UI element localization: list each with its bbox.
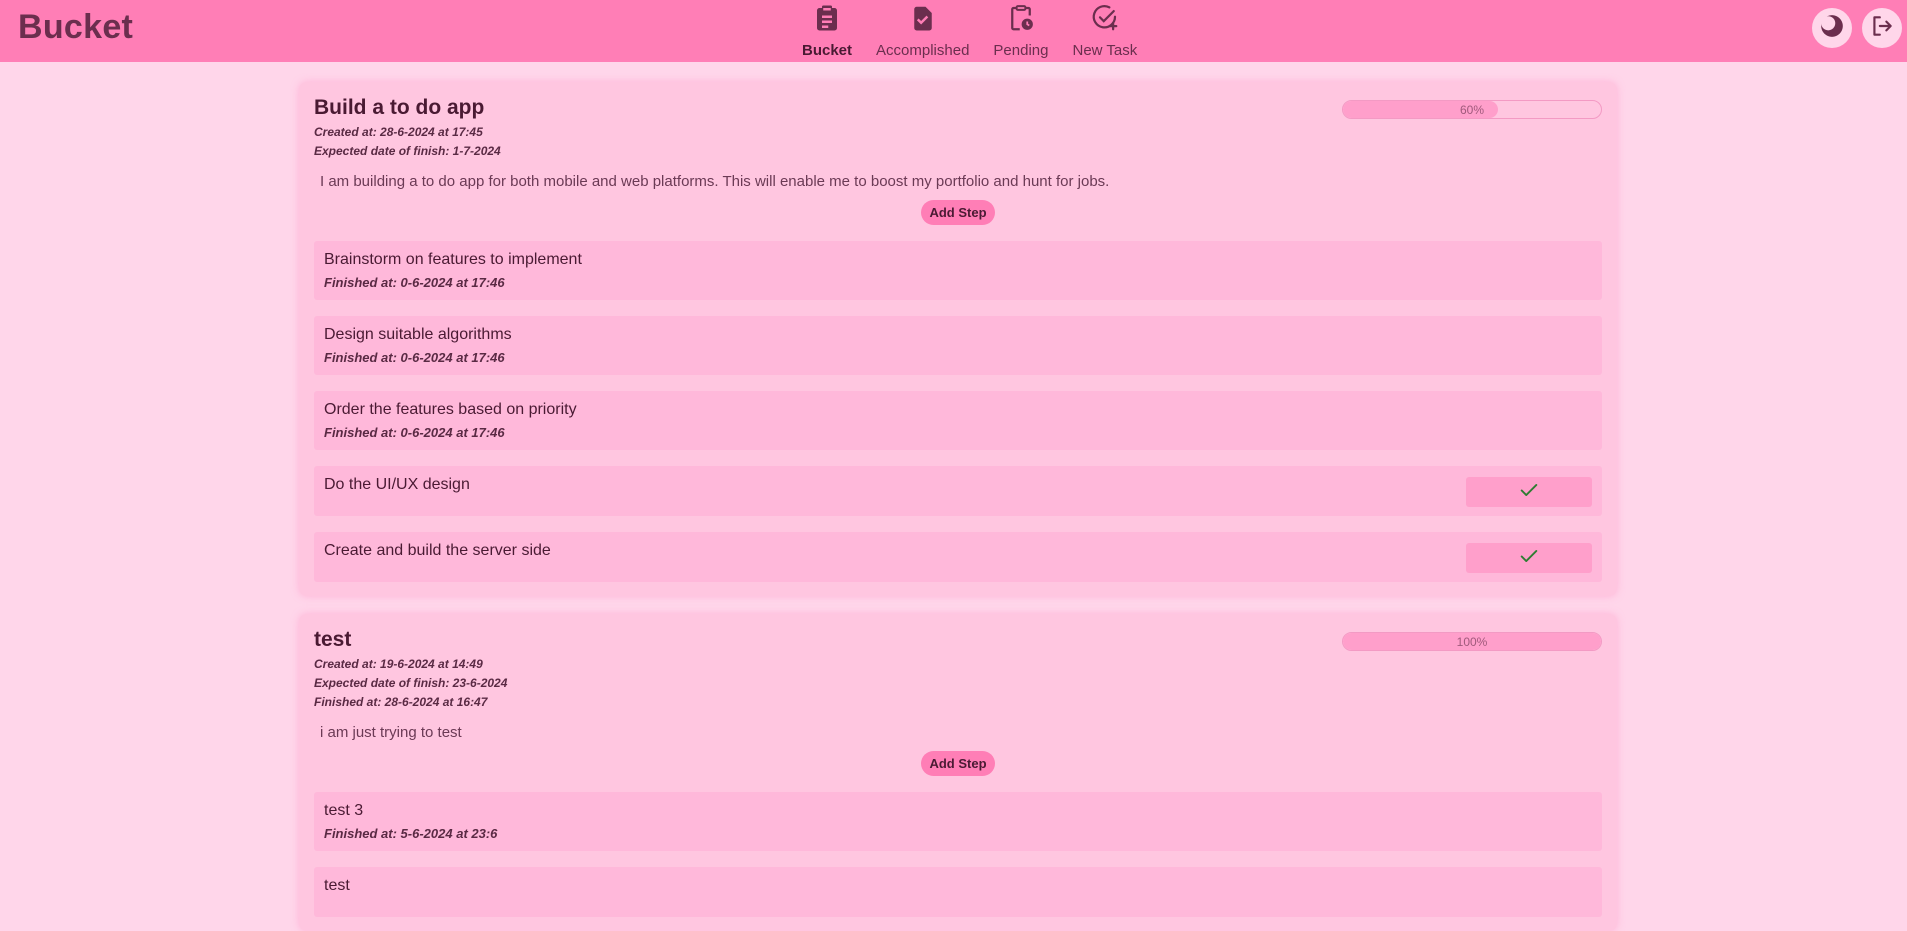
check-icon [1518, 479, 1540, 506]
moon-icon [1819, 13, 1845, 44]
step-text: Order the features based on priority [324, 401, 577, 418]
step-item: Do the UI/UX design [314, 466, 1602, 516]
step-item: Design suitable algorithms Finished at: … [314, 316, 1602, 375]
task-list: Build a to do app Created at: 28-6-2024 … [0, 62, 1907, 931]
task-progress-bar: 60% [1342, 100, 1602, 119]
step-item: Brainstorm on features to implement Fini… [314, 241, 1602, 300]
clipboard-clock-icon [1006, 3, 1036, 38]
complete-step-button[interactable] [1466, 543, 1592, 573]
step-text: test [324, 877, 350, 894]
clipboard-check-icon [908, 3, 938, 38]
add-step-button[interactable]: Add Step [921, 751, 995, 776]
task-card: Build a to do app Created at: 28-6-2024 … [299, 82, 1617, 596]
top-navbar: Bucket Bucket Accomplished Pending New T… [0, 0, 1907, 62]
task-description: I am building a to do app for both mobil… [320, 173, 1110, 190]
task-card: test Created at: 19-6-2024 at 14:49 Expe… [299, 614, 1617, 931]
nav-accomplished-label: Accomplished [876, 42, 970, 59]
nav-pending-label: Pending [993, 42, 1049, 59]
step-item: test 3 Finished at: 5-6-2024 at 23:6 [314, 792, 1602, 851]
nav-new-task[interactable]: New Task [1060, 0, 1149, 62]
main-nav: Bucket Accomplished Pending New Task [790, 0, 1149, 62]
logout-icon [1869, 13, 1895, 44]
step-item: test [314, 867, 1602, 917]
step-item: Create and build the server side [314, 532, 1602, 582]
task-expected-finish: Expected date of finish: 1-7-2024 [314, 144, 501, 158]
complete-step-button[interactable] [1466, 477, 1592, 507]
step-finished-at: Finished at: 0-6-2024 at 17:46 [324, 425, 505, 440]
step-item: Order the features based on priority Fin… [314, 391, 1602, 450]
task-description: i am just trying to test [320, 724, 462, 741]
step-finished-at: Finished at: 0-6-2024 at 17:46 [324, 350, 505, 365]
step-text: Design suitable algorithms [324, 326, 512, 343]
nav-accomplished[interactable]: Accomplished [864, 0, 981, 62]
check-icon [1518, 545, 1540, 572]
progress-label: 100% [1456, 635, 1488, 649]
add-step-button[interactable]: Add Step [921, 200, 995, 225]
nav-bucket[interactable]: Bucket [790, 0, 864, 62]
step-finished-at: Finished at: 5-6-2024 at 23:6 [324, 826, 498, 841]
nav-bucket-label: Bucket [802, 42, 853, 59]
circle-check-plus-icon [1090, 3, 1120, 38]
step-text: test 3 [324, 802, 364, 819]
progress-label: 60% [1459, 103, 1485, 117]
task-finished-at: Finished at: 28-6-2024 at 16:47 [314, 695, 488, 709]
step-finished-at: Finished at: 0-6-2024 at 17:46 [324, 275, 505, 290]
step-text: Brainstorm on features to implement [324, 251, 582, 268]
clipboard-list-icon [812, 3, 842, 38]
step-text: Do the UI/UX design [324, 476, 470, 493]
task-created-at: Created at: 28-6-2024 at 17:45 [314, 125, 483, 139]
step-text: Create and build the server side [324, 542, 551, 559]
task-expected-finish: Expected date of finish: 23-6-2024 [314, 676, 508, 690]
task-created-at: Created at: 19-6-2024 at 14:49 [314, 657, 483, 671]
task-progress-bar: 100% [1342, 632, 1602, 651]
theme-toggle-button[interactable] [1812, 8, 1852, 48]
logout-button[interactable] [1862, 8, 1902, 48]
app-logo-title[interactable]: Bucket [18, 8, 133, 47]
nav-pending[interactable]: Pending [981, 0, 1060, 62]
nav-new-task-label: New Task [1072, 42, 1138, 59]
